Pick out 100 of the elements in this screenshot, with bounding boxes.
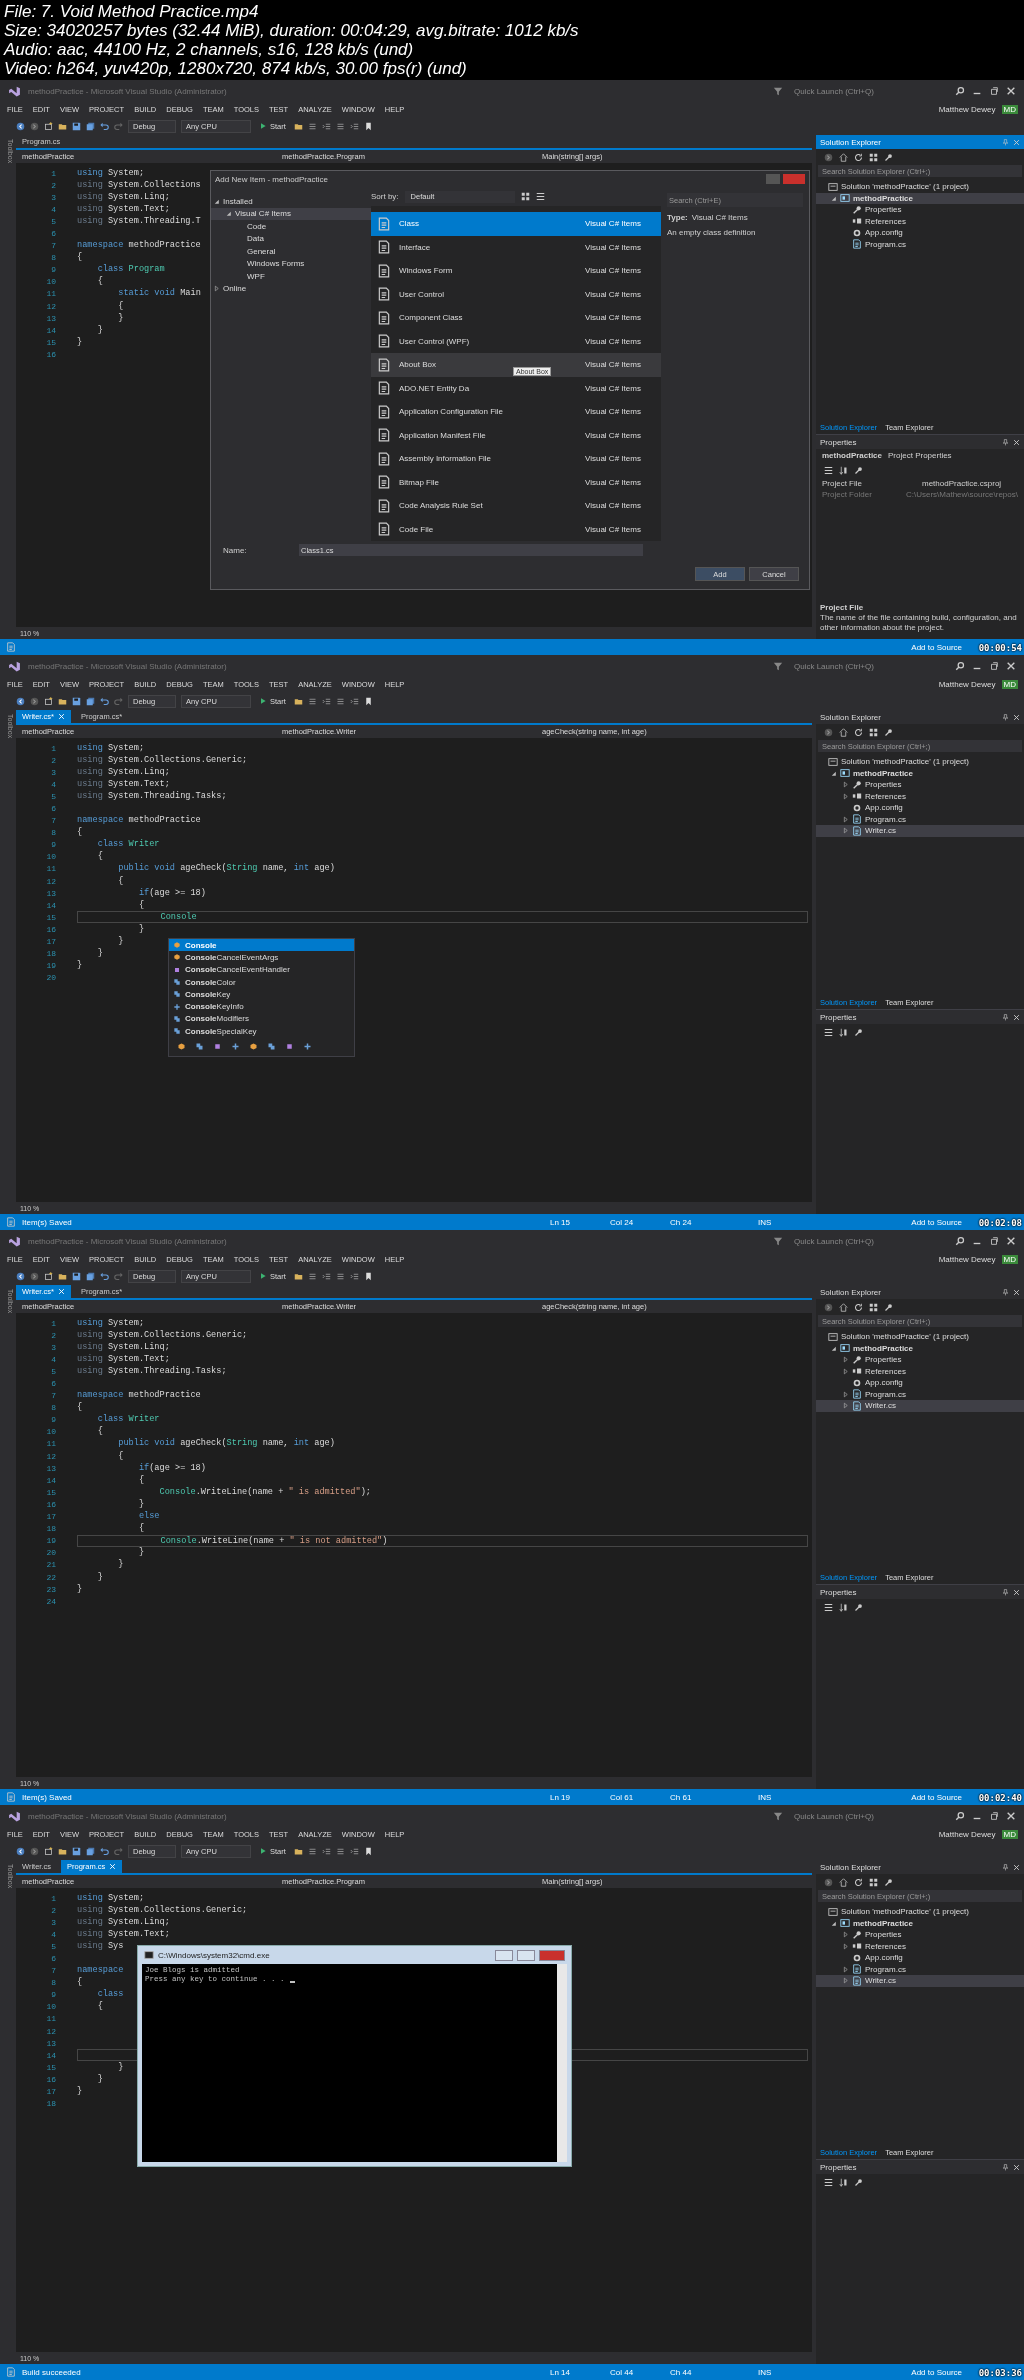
categorized-icon[interactable] xyxy=(824,1027,833,1037)
sort-icon[interactable] xyxy=(839,2177,848,2187)
sort-icon[interactable] xyxy=(839,465,848,475)
pin-icon[interactable] xyxy=(1002,438,1009,446)
close-button[interactable] xyxy=(539,1949,565,1961)
user-initials[interactable]: MD xyxy=(1001,1830,1018,1839)
tree-item[interactable]: Program.cs xyxy=(816,1963,1024,1975)
tree-item[interactable]: App.config xyxy=(816,227,1024,239)
tree-item[interactable]: Solution 'methodPractice' (1 project) xyxy=(816,181,1024,193)
filter-toggle-icon[interactable] xyxy=(285,1042,294,1052)
forward-icon[interactable] xyxy=(30,121,39,131)
maximize-button[interactable] xyxy=(517,1949,535,1961)
pin-icon[interactable] xyxy=(1002,713,1009,721)
folder-icon[interactable] xyxy=(58,121,67,131)
template-item[interactable]: Component Class Visual C# Items xyxy=(371,306,661,330)
save-icon[interactable] xyxy=(72,121,81,131)
grid-icon[interactable] xyxy=(869,727,878,737)
wrench-icon[interactable] xyxy=(854,2177,863,2187)
wrench-icon[interactable] xyxy=(854,465,863,475)
tree-item[interactable]: Program.cs xyxy=(816,813,1024,825)
pin-icon[interactable] xyxy=(1002,1288,1009,1296)
tree-item[interactable]: Visual C# Items xyxy=(211,207,371,220)
template-item[interactable]: Application Manifest File Visual C# Items xyxy=(371,423,661,447)
indent-icon[interactable] xyxy=(321,1846,331,1856)
minimize-button[interactable] xyxy=(495,1949,513,1961)
tree-item[interactable]: WPF xyxy=(211,270,371,283)
close-icon[interactable] xyxy=(1006,86,1016,96)
template-item[interactable]: Interface Visual C# Items xyxy=(371,235,661,259)
tree-item[interactable]: Properties xyxy=(816,779,1024,791)
template-item[interactable]: Bitmap File Visual C# Items xyxy=(371,470,661,494)
completion-item[interactable]: ConsoleModifiers xyxy=(169,1012,354,1026)
close-icon[interactable] xyxy=(1013,2163,1020,2171)
pin-icon[interactable] xyxy=(1002,1013,1009,1021)
pin-icon[interactable] xyxy=(1002,2163,1009,2171)
close-icon[interactable] xyxy=(1006,1236,1016,1246)
user-initials[interactable]: MD xyxy=(1001,1255,1018,1264)
wrench-icon[interactable] xyxy=(884,1302,893,1312)
lines-icon[interactable] xyxy=(335,1271,345,1281)
filter-icon[interactable] xyxy=(773,1236,783,1246)
tree-item[interactable]: Installed xyxy=(211,195,371,208)
user-name[interactable]: Matthew Dewey xyxy=(938,1830,996,1839)
user-name[interactable]: Matthew Dewey xyxy=(938,105,996,114)
tree-item[interactable]: Windows Forms xyxy=(211,257,371,270)
home-icon[interactable] xyxy=(839,1877,848,1887)
indent-icon[interactable] xyxy=(321,1271,331,1281)
refresh-icon[interactable] xyxy=(854,152,863,162)
close-icon[interactable] xyxy=(1013,1013,1020,1021)
template-item[interactable]: Application Configuration File Visual C# Items xyxy=(371,400,661,424)
bookmark-icon[interactable] xyxy=(363,696,373,706)
restore-icon[interactable] xyxy=(989,1811,999,1821)
template-item[interactable]: Code File Visual C# Items xyxy=(371,517,661,541)
tree-item[interactable]: methodPractice xyxy=(816,1917,1024,1929)
completion-item[interactable]: ConsoleKeyInfo xyxy=(169,1000,354,1013)
undo-icon[interactable] xyxy=(100,696,109,706)
template-item[interactable]: Class Visual C# Items xyxy=(371,212,661,236)
refresh-icon[interactable] xyxy=(854,1877,863,1887)
bookmark-icon[interactable] xyxy=(363,1846,373,1856)
save-icon[interactable] xyxy=(72,1271,81,1281)
save-all-icon[interactable] xyxy=(86,696,95,706)
indent-icon[interactable] xyxy=(321,696,331,706)
grid-icon[interactable] xyxy=(869,1302,878,1312)
filter-toggle-icon[interactable] xyxy=(177,1042,186,1052)
template-item[interactable]: Assembly Information File Visual C# Items xyxy=(371,447,661,471)
tree-item[interactable]: Solution 'methodPractice' (1 project) xyxy=(816,1906,1024,1918)
filter-toggle-icon[interactable] xyxy=(213,1042,222,1052)
tree-item[interactable]: References xyxy=(816,1365,1024,1377)
tree-item[interactable]: References xyxy=(816,215,1024,227)
pin-icon[interactable] xyxy=(1002,1588,1009,1596)
categorized-icon[interactable] xyxy=(824,2177,833,2187)
tree-item[interactable]: General xyxy=(211,245,371,258)
folder-icon[interactable] xyxy=(58,1846,67,1856)
grid-icon[interactable] xyxy=(869,1877,878,1887)
template-item[interactable]: Windows Form Visual C# Items xyxy=(371,259,661,283)
tree-item[interactable]: Data xyxy=(211,232,371,245)
tree-item[interactable]: methodPractice xyxy=(816,192,1024,204)
indent-icon[interactable] xyxy=(349,696,359,706)
completion-item[interactable]: ConsoleColor xyxy=(169,975,354,989)
template-item[interactable]: Code Analysis Rule Set Visual C# Items xyxy=(371,494,661,518)
tree-item[interactable]: References xyxy=(816,790,1024,802)
lines-icon[interactable] xyxy=(335,1846,345,1856)
tree-item[interactable]: Solution 'methodPractice' (1 project) xyxy=(816,1331,1024,1343)
search-icon[interactable] xyxy=(955,1811,965,1821)
folder-icon[interactable] xyxy=(58,1271,67,1281)
wrench-icon[interactable] xyxy=(884,727,893,737)
close-icon[interactable] xyxy=(1013,1288,1020,1296)
bookmark-icon[interactable] xyxy=(363,121,373,131)
tree-item[interactable]: Writer.cs xyxy=(816,825,1024,837)
tree-item[interactable]: Writer.cs xyxy=(816,1975,1024,1987)
home-icon[interactable] xyxy=(839,1302,848,1312)
publish-button[interactable]: Add to Source xyxy=(905,641,968,653)
close-icon[interactable] xyxy=(1006,1811,1016,1821)
completion-item[interactable]: ConsoleKey xyxy=(169,988,354,1001)
close-icon[interactable] xyxy=(1006,661,1016,671)
template-item[interactable]: User Control (WPF) Visual C# Items xyxy=(371,329,661,353)
tree-item[interactable]: methodPractice xyxy=(816,1342,1024,1354)
tree-item[interactable]: Online xyxy=(211,282,371,295)
user-name[interactable]: Matthew Dewey xyxy=(938,1255,996,1264)
search-icon[interactable] xyxy=(955,661,965,671)
save-all-icon[interactable] xyxy=(86,121,95,131)
template-item[interactable]: ADO.NET Entity Da Visual C# Items xyxy=(371,376,661,400)
